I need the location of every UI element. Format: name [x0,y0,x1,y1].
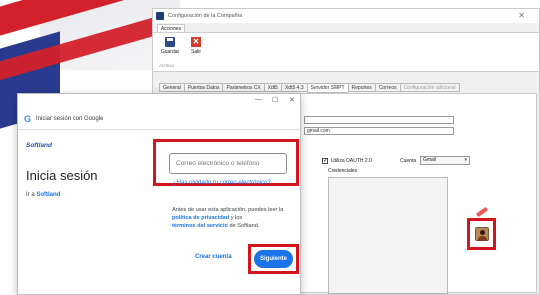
terms-mid: y los [229,215,243,221]
minimize-icon[interactable]: — [255,96,262,103]
privacy-policy-link[interactable]: política de privacidad [172,215,229,221]
exit-button[interactable]: ✕ Salir [185,36,207,62]
signin-heading: Inicia sesión [26,168,98,183]
highlight-next: Siguiente [248,244,299,274]
softland-link[interactable]: Softland [36,192,60,198]
google-g-icon: G [24,113,32,124]
tab-servidor-smpt[interactable]: Servidor SMPT [306,83,348,93]
config-window-title: Configuración de la Compañía [168,13,243,19]
next-button[interactable]: Siguiente [254,250,293,268]
tab-general[interactable]: General [159,83,184,92]
oauth-checkbox[interactable] [322,157,328,164]
highlight-email [153,139,299,186]
credentials-label: Credenciales [328,168,358,174]
signin-subtitle: Ir a Softland [26,192,60,198]
chevron-down-icon: ▾ [464,157,467,163]
save-button[interactable]: Guardar [159,36,181,62]
maximize-icon[interactable]: ☐ [272,96,278,104]
config-tabs: General Puertos Datos Parámetros CX Xdt5… [159,83,460,93]
exit-label: Salir [190,49,201,55]
save-label: Guardar [160,49,180,55]
terms-prefix: Antes de usar esta aplicación, puedes le… [172,207,284,213]
save-icon [165,37,175,47]
tab-puertos-datos[interactable]: Puertos Datos [183,83,223,92]
forgot-email-link[interactable]: ¿Has olvidado tu correo electrónico? [173,180,271,186]
highlight-user-icon [467,218,496,250]
tab-parametros-cx[interactable]: Parámetros CX [222,83,264,92]
create-account-button[interactable]: Crear cuenta [195,254,232,260]
ribbon: Guardar ✕ Salir Archivo [153,32,539,72]
email-input[interactable] [169,153,287,174]
close-icon[interactable]: ✕ [289,96,295,104]
google-header: G Iniciar sesión con Google [18,108,300,130]
ribbon-group-label: Archivo [159,63,175,68]
app-icon [156,12,164,20]
tab-xdt5-43[interactable]: Xdt5 4.3 [280,83,307,92]
user-avatar-icon[interactable] [475,227,489,241]
tab-correos[interactable]: Correos [374,83,400,92]
exit-icon: ✕ [191,37,201,47]
tab-xdt5[interactable]: Xdt5 [263,83,281,92]
softland-logo: Softland [26,142,52,149]
smtp-email-field[interactable]: gmail.com [304,127,454,135]
google-signin-window: — ☐ ✕ G Iniciar sesión con Google Softla… [17,93,301,295]
google-header-title: Iniciar sesión con Google [36,115,104,122]
oauth-label: Utiliza OAUTH 2.0 [331,158,372,164]
tab-configuracion-adicional[interactable]: Configuración adicional [399,83,460,92]
smtp-field-1[interactable] [304,116,454,124]
background-stripe-red-lower [0,14,168,88]
subtitle-prefix: Ir a [26,192,37,198]
account-select[interactable]: Gmail ▾ [420,156,470,165]
close-icon[interactable]: ✕ [518,11,525,20]
account-select-value: Gmail [423,157,437,163]
credentials-box [328,177,448,294]
tab-reportes[interactable]: Reportes [347,83,375,92]
account-label: Cuenta [400,158,417,164]
google-titlebar: — ☐ ✕ [18,94,300,108]
config-titlebar: Configuración de la Compañía ✕ [153,9,539,23]
terms-text: Antes de usar esta aplicación, puedes le… [172,206,300,230]
oauth-row: Utiliza OAUTH 2.0 [322,157,372,164]
terms-suffix: de Softland. [227,223,260,229]
terms-of-service-link[interactable]: términos del servicio [172,223,228,229]
